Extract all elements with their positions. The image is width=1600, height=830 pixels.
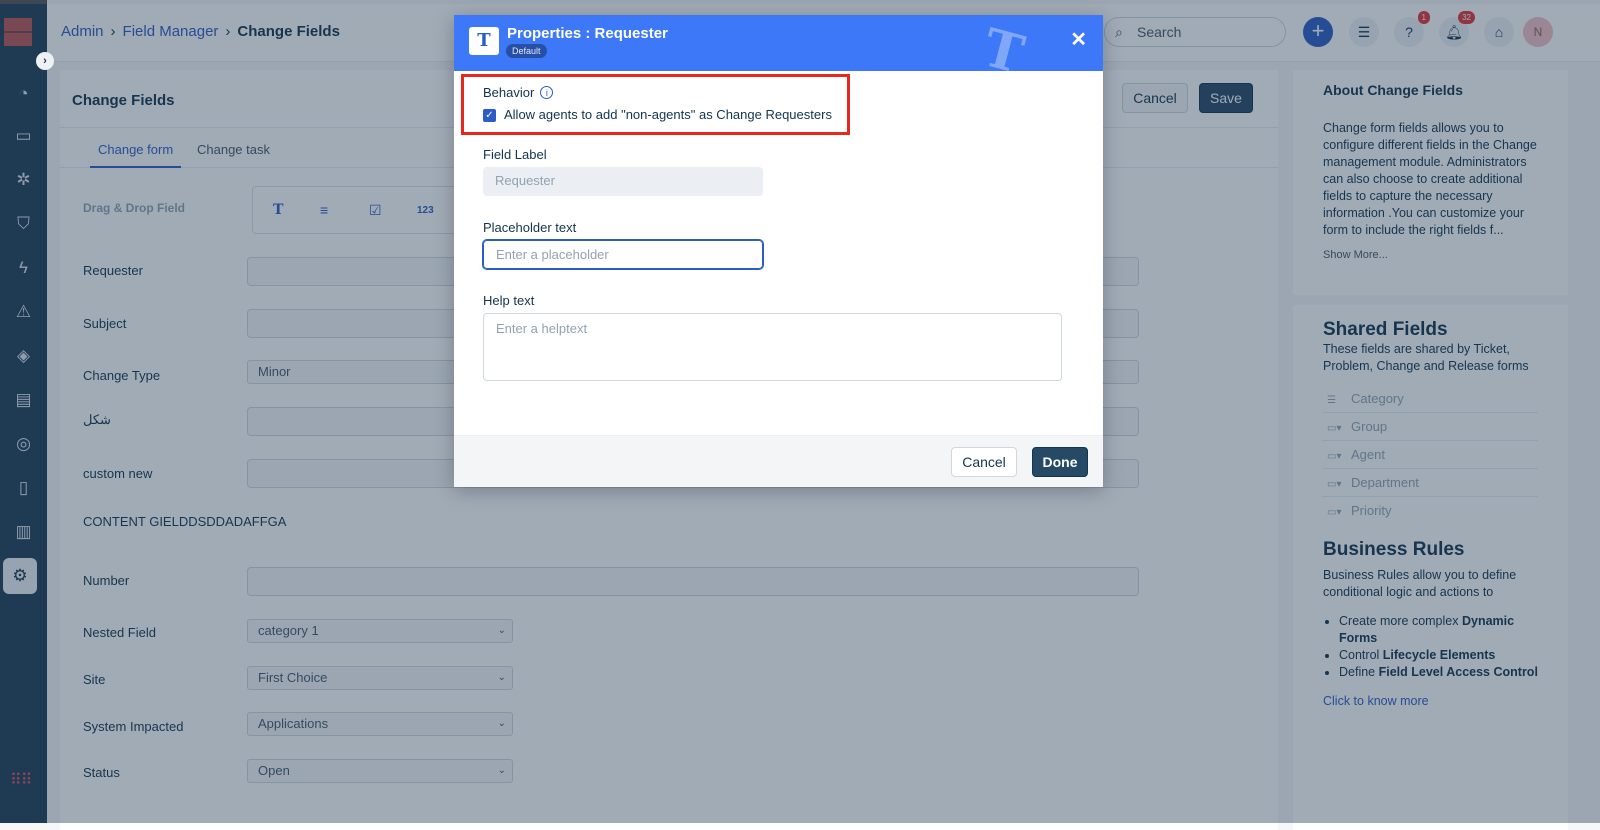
field-label-heading: Field Label	[483, 147, 547, 162]
text-watermark-icon: T	[976, 17, 1030, 71]
allow-non-agents-checkbox[interactable]: ✓	[483, 109, 496, 122]
default-badge: Default	[506, 44, 547, 58]
expand-sidebar-button[interactable]: ›	[36, 52, 54, 70]
text-field-type-icon: T	[469, 27, 499, 55]
modal-header: T Properties : Requester Default T ✕	[454, 15, 1103, 71]
placeholder-input[interactable]: Enter a placeholder	[483, 240, 763, 269]
field-label-input: Requester	[483, 167, 763, 196]
info-icon[interactable]: i	[540, 86, 554, 99]
modal-done-button[interactable]: Done	[1032, 447, 1088, 477]
behavior-label: Behavior i	[483, 85, 554, 100]
modal-footer: Cancel Done	[454, 435, 1103, 487]
placeholder-text-heading: Placeholder text	[483, 220, 577, 235]
allow-non-agents-label[interactable]: Allow agents to add "non-agents" as Chan…	[504, 107, 832, 122]
highlight-box	[461, 74, 850, 135]
modal-title: Properties : Requester	[507, 25, 668, 42]
close-icon[interactable]: ✕	[1070, 27, 1087, 52]
properties-modal: T Properties : Requester Default T ✕ Beh…	[454, 15, 1103, 487]
help-text-textarea[interactable]: Enter a helptext	[483, 313, 1062, 381]
help-text-heading: Help text	[483, 293, 535, 308]
modal-cancel-button[interactable]: Cancel	[951, 447, 1017, 477]
